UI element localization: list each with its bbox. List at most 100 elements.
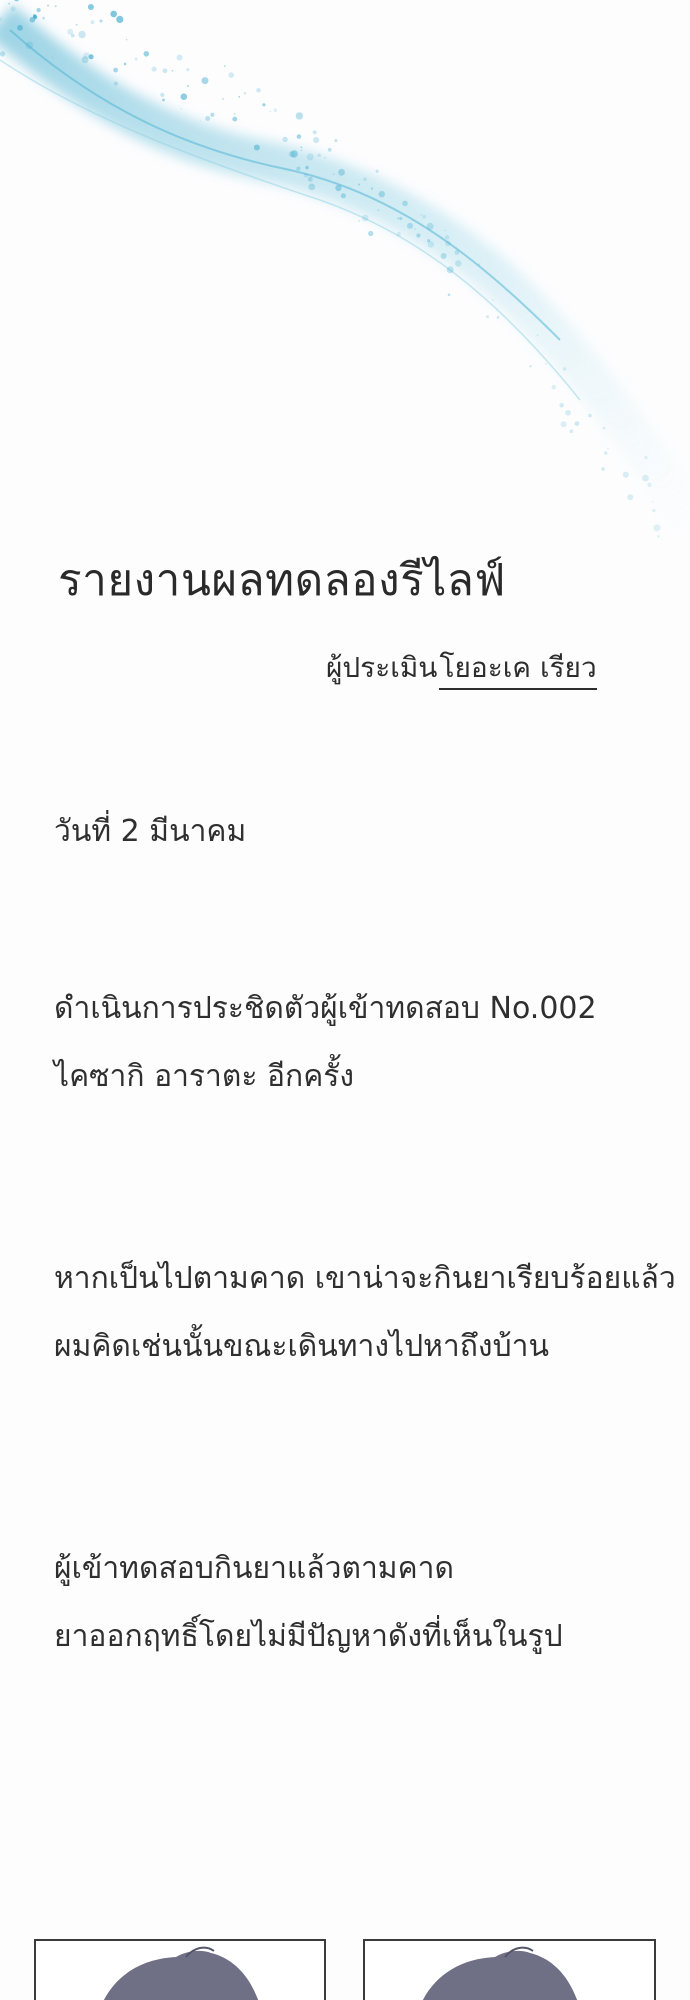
- sparkle-dot: [113, 81, 118, 86]
- sparkle-dot: [544, 362, 547, 365]
- sparkle-dot: [162, 68, 168, 74]
- sparkle-dot: [420, 214, 423, 216]
- sparkle-dot: [205, 116, 211, 121]
- sparkle-dot: [454, 250, 460, 255]
- sparkle-dot: [651, 501, 654, 503]
- sparkle-dot: [652, 508, 656, 513]
- sparkle-dot: [446, 266, 454, 274]
- sparkle-dot: [642, 474, 649, 482]
- sparkle-dot: [17, 24, 23, 31]
- sparkle-dot: [180, 108, 182, 110]
- sparkle-dot: [653, 524, 661, 532]
- sparkle-dot: [123, 62, 127, 66]
- narration-line: ดำเนินการประชิดตัวผู้เข้าทดสอบ No.002: [54, 991, 597, 1026]
- sparkle-dot: [160, 92, 165, 97]
- sparkle-dot: [116, 15, 124, 23]
- sparkle-dot: [647, 482, 652, 487]
- sparkle-dot: [602, 426, 606, 430]
- sparkle-dot: [422, 214, 427, 219]
- sparkle-dot: [233, 113, 236, 115]
- evaluator-label: ผู้ประเมิน: [326, 651, 438, 684]
- sparkle-dot: [88, 54, 94, 60]
- sparkle-dot: [478, 263, 481, 266]
- sparkle-dot: [300, 149, 302, 152]
- sparkle-dot: [332, 173, 335, 176]
- sparkle-dot: [262, 103, 266, 107]
- sparkle-dot: [51, 56, 54, 58]
- sparkle-dot: [171, 69, 174, 72]
- sparkle-dot: [303, 173, 308, 178]
- sparkle-dot: [588, 413, 592, 418]
- sparkle-dot: [368, 230, 374, 237]
- sparkle-dot: [238, 96, 241, 98]
- sparkle-dot: [110, 10, 117, 18]
- narration-line: ผู้เข้าทดสอบกินยาแล้วตามคาด: [54, 1551, 454, 1586]
- comic-panel-left: [34, 1939, 326, 2000]
- sparkle-dot: [447, 293, 451, 297]
- sparkle-dot: [210, 112, 215, 117]
- narration-line: ยาออกฤทธิ์โดยไม่มีปัญหาดังที่เห็นในรูป: [54, 1619, 563, 1654]
- sparkle-dot: [657, 535, 660, 538]
- evaluator-name: โยอะเค เรียว: [439, 651, 597, 690]
- sparkle-dot: [327, 147, 332, 152]
- sparkle-dot: [269, 110, 271, 112]
- sparkle-dot: [427, 241, 435, 248]
- sparkle-dot: [10, 6, 16, 12]
- sparkle-dot: [282, 136, 288, 143]
- character-hair-illustration: [422, 1946, 578, 2000]
- sparkle-dot: [296, 134, 302, 139]
- sparkle-dot: [444, 229, 446, 232]
- sparkle-dot: [358, 220, 360, 222]
- sparkle-dot: [99, 19, 103, 23]
- sparkle-dot: [407, 222, 413, 229]
- sparkle-dot: [312, 130, 317, 135]
- sparkle-dot: [201, 77, 209, 85]
- sparkle-dot: [338, 168, 345, 176]
- sparkle-dot: [377, 209, 380, 212]
- sparkle-dot: [222, 98, 224, 100]
- sparkle-dot: [551, 384, 557, 390]
- sparkle-dot: [399, 217, 403, 220]
- sparkle-dot: [199, 120, 201, 122]
- sparkle-dot: [569, 429, 574, 434]
- sparkle-dot: [180, 93, 188, 100]
- sparkle-dot: [317, 153, 321, 158]
- narration-line: ไคซากิ อาราตะ อีกครั้ง: [54, 1059, 355, 1094]
- narration-line: ผมคิดเช่นนั้นขณะเดินทางไปหาถึงบ้าน: [54, 1329, 549, 1364]
- sparkle-dot: [143, 51, 150, 57]
- sparkle-dot: [151, 66, 157, 72]
- sparkle-dot: [565, 410, 571, 416]
- sparkle-dot: [607, 447, 609, 450]
- sparkle-dot: [426, 222, 434, 230]
- sparkle-dot: [622, 471, 629, 478]
- sparkle-dot: [363, 177, 367, 181]
- sparkle-dot: [604, 451, 608, 455]
- sparkle-dot: [396, 232, 401, 237]
- sparkle-dot: [440, 253, 447, 259]
- sparkle-dot: [306, 153, 314, 161]
- sparkle-dot: [75, 23, 78, 26]
- sparkle-dot: [444, 235, 450, 240]
- sparkle-dot: [253, 144, 260, 151]
- sparkle-dot: [25, 41, 34, 50]
- sparkle-dot: [375, 169, 379, 173]
- sparkle-dot: [36, 7, 41, 13]
- sparkle-dot: [307, 176, 313, 182]
- sparkle-dot: [186, 68, 190, 72]
- sparkle-dot: [313, 136, 320, 144]
- comic-panel-right: [363, 1939, 656, 2000]
- sparkle-dot: [83, 52, 90, 59]
- sparkle-dot: [224, 65, 226, 67]
- sparkle-dot: [305, 165, 309, 170]
- sparkle-dot: [601, 467, 605, 471]
- sparkle-dot: [42, 16, 45, 20]
- sparkle-dot: [324, 157, 326, 159]
- sparkle-dot: [445, 240, 451, 247]
- sparkle-dot: [54, 5, 57, 8]
- sparkle-dot: [176, 54, 183, 61]
- sparkle-dot: [47, 4, 49, 7]
- date-line: วันที่ 2 มีนาคม: [54, 814, 247, 849]
- report-title: รายงานผลทดลองรีไลฟ์: [58, 555, 506, 606]
- sparkle-dot: [416, 233, 421, 238]
- sparkle-dot: [228, 72, 234, 78]
